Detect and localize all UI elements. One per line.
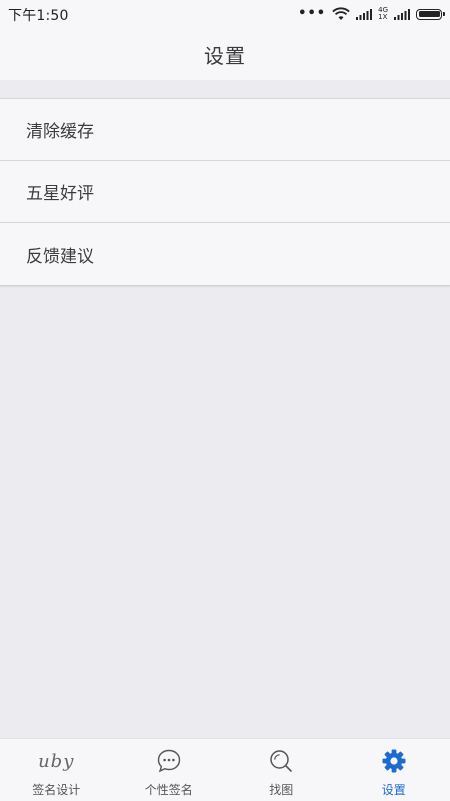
status-time: 下午1:50 <box>8 5 69 25</box>
tab-personal-signature[interactable]: 个性签名 <box>113 739 226 801</box>
signature-glyph: uby <box>38 751 74 772</box>
page-title: 设置 <box>204 40 246 69</box>
status-icons: ••• 4G 1X <box>298 4 442 24</box>
rate-five-stars-item[interactable]: 五星好评 <box>0 161 450 223</box>
tab-find-image[interactable]: 找图 <box>225 739 338 801</box>
gear-icon <box>381 747 407 775</box>
tab-settings[interactable]: 设置 <box>338 739 450 801</box>
wifi-icon <box>332 7 350 21</box>
tab-label: 设置 <box>382 781 406 798</box>
settings-list: 清除缓存 五星好评 反馈建议 <box>0 98 450 286</box>
tab-label: 个性签名 <box>145 781 193 798</box>
bottom-tab-bar: uby 签名设计 个性签名 找图 <box>0 738 450 801</box>
title-bar: 设置 <box>0 28 450 80</box>
signature-icon: uby <box>38 747 74 775</box>
search-icon <box>268 747 294 775</box>
clear-cache-item[interactable]: 清除缓存 <box>0 99 450 161</box>
more-dots-icon: ••• <box>298 8 326 20</box>
network-type: 4G 1X <box>378 7 388 21</box>
network-type-bottom: 1X <box>378 14 388 21</box>
battery-icon <box>416 9 442 20</box>
tab-label: 找图 <box>269 781 293 798</box>
signal-icon <box>394 8 410 20</box>
status-bar: 下午1:50 ••• 4G 1X <box>0 0 450 28</box>
chat-bubble-icon <box>156 747 182 775</box>
tab-signature-design[interactable]: uby 签名设计 <box>0 739 113 801</box>
signal-icon <box>356 8 372 20</box>
feedback-item[interactable]: 反馈建议 <box>0 223 450 285</box>
tab-label: 签名设计 <box>32 781 80 798</box>
